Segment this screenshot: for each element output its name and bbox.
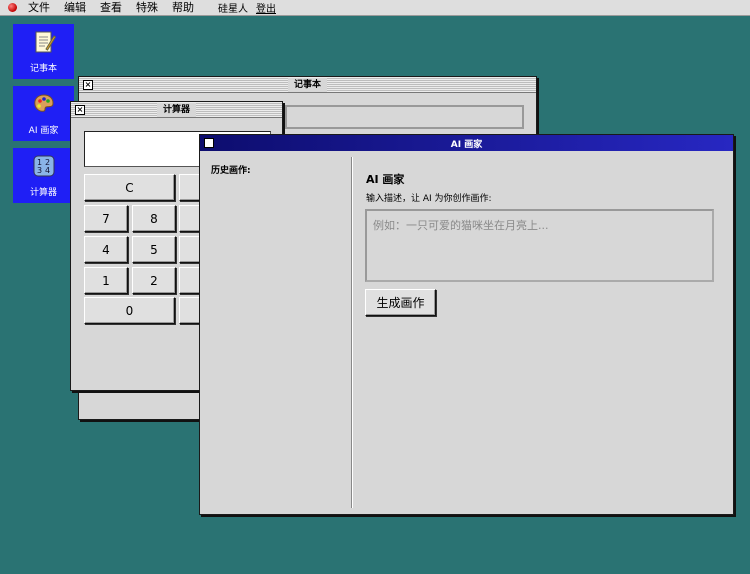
svg-text:4: 4 [45, 166, 50, 175]
menu-help[interactable]: 帮助 [172, 0, 194, 16]
digit-4-button[interactable]: 4 [84, 236, 128, 263]
window-title: 计算器 [156, 102, 196, 117]
digit-5-button[interactable]: 5 [132, 236, 176, 263]
digit-2-button[interactable]: 2 [132, 267, 176, 294]
digit-1-button[interactable]: 1 [84, 267, 128, 294]
window-title: 记事本 [287, 77, 327, 92]
desktop-icon-notepad[interactable]: 记事本 [13, 24, 74, 79]
ai-painter-window: AI 画家 历史画作: AI 画家 输入描述，让 AI 为你创作画作: 例如：一… [199, 134, 734, 515]
menubar: 文件 编辑 查看 特殊 帮助 硅星人 登出 [0, 0, 750, 16]
calculator-titlebar[interactable]: × 计算器 [71, 102, 282, 118]
desktop-icon-ai-painter[interactable]: AI 画家 [13, 86, 74, 141]
close-icon[interactable]: × [83, 80, 93, 90]
menu-view[interactable]: 查看 [100, 0, 122, 16]
desktop-icon-label: 记事本 [29, 64, 57, 74]
clear-button[interactable]: C [84, 174, 175, 201]
palette-icon [33, 94, 54, 112]
history-panel: 历史画作: [200, 151, 352, 508]
svg-text:3: 3 [37, 166, 42, 175]
generate-button[interactable]: 生成画作 [365, 289, 436, 316]
page-title: AI 画家 [366, 173, 405, 186]
calculator-icon: 1 2 3 4 [33, 155, 54, 177]
instruction-text: 输入描述，让 AI 为你创作画作: [366, 194, 492, 204]
username: 硅星人 [218, 4, 248, 15]
window-title: AI 画家 [450, 139, 483, 150]
menu-file[interactable]: 文件 [28, 0, 50, 16]
ai-painter-titlebar[interactable]: AI 画家 [200, 135, 733, 151]
notepad-icon [35, 31, 56, 53]
menu-special[interactable]: 特殊 [136, 0, 158, 16]
digit-0-button[interactable]: 0 [84, 297, 175, 324]
notepad-text-field[interactable] [285, 105, 524, 129]
digit-7-button[interactable]: 7 [84, 205, 128, 232]
close-icon[interactable]: × [75, 105, 85, 115]
prompt-textarea[interactable]: 例如：一只可爱的猫咪坐在月亮上... [365, 209, 714, 282]
desktop-icon-label: AI 画家 [28, 126, 59, 136]
desktop-icon-label: 计算器 [29, 188, 57, 198]
digit-8-button[interactable]: 8 [132, 205, 176, 232]
menu-edit[interactable]: 编辑 [64, 0, 86, 16]
desktop-icon-calculator[interactable]: 1 2 3 4 计算器 [13, 148, 74, 203]
close-icon[interactable] [204, 138, 214, 148]
divider [352, 157, 353, 508]
prompt-placeholder: 例如：一只可爱的猫咪坐在月亮上... [373, 219, 549, 232]
notepad-titlebar[interactable]: × 记事本 [79, 77, 536, 93]
apple-icon[interactable] [8, 3, 17, 12]
history-label: 历史画作: [211, 166, 251, 176]
logout-link[interactable]: 登出 [256, 0, 276, 15]
